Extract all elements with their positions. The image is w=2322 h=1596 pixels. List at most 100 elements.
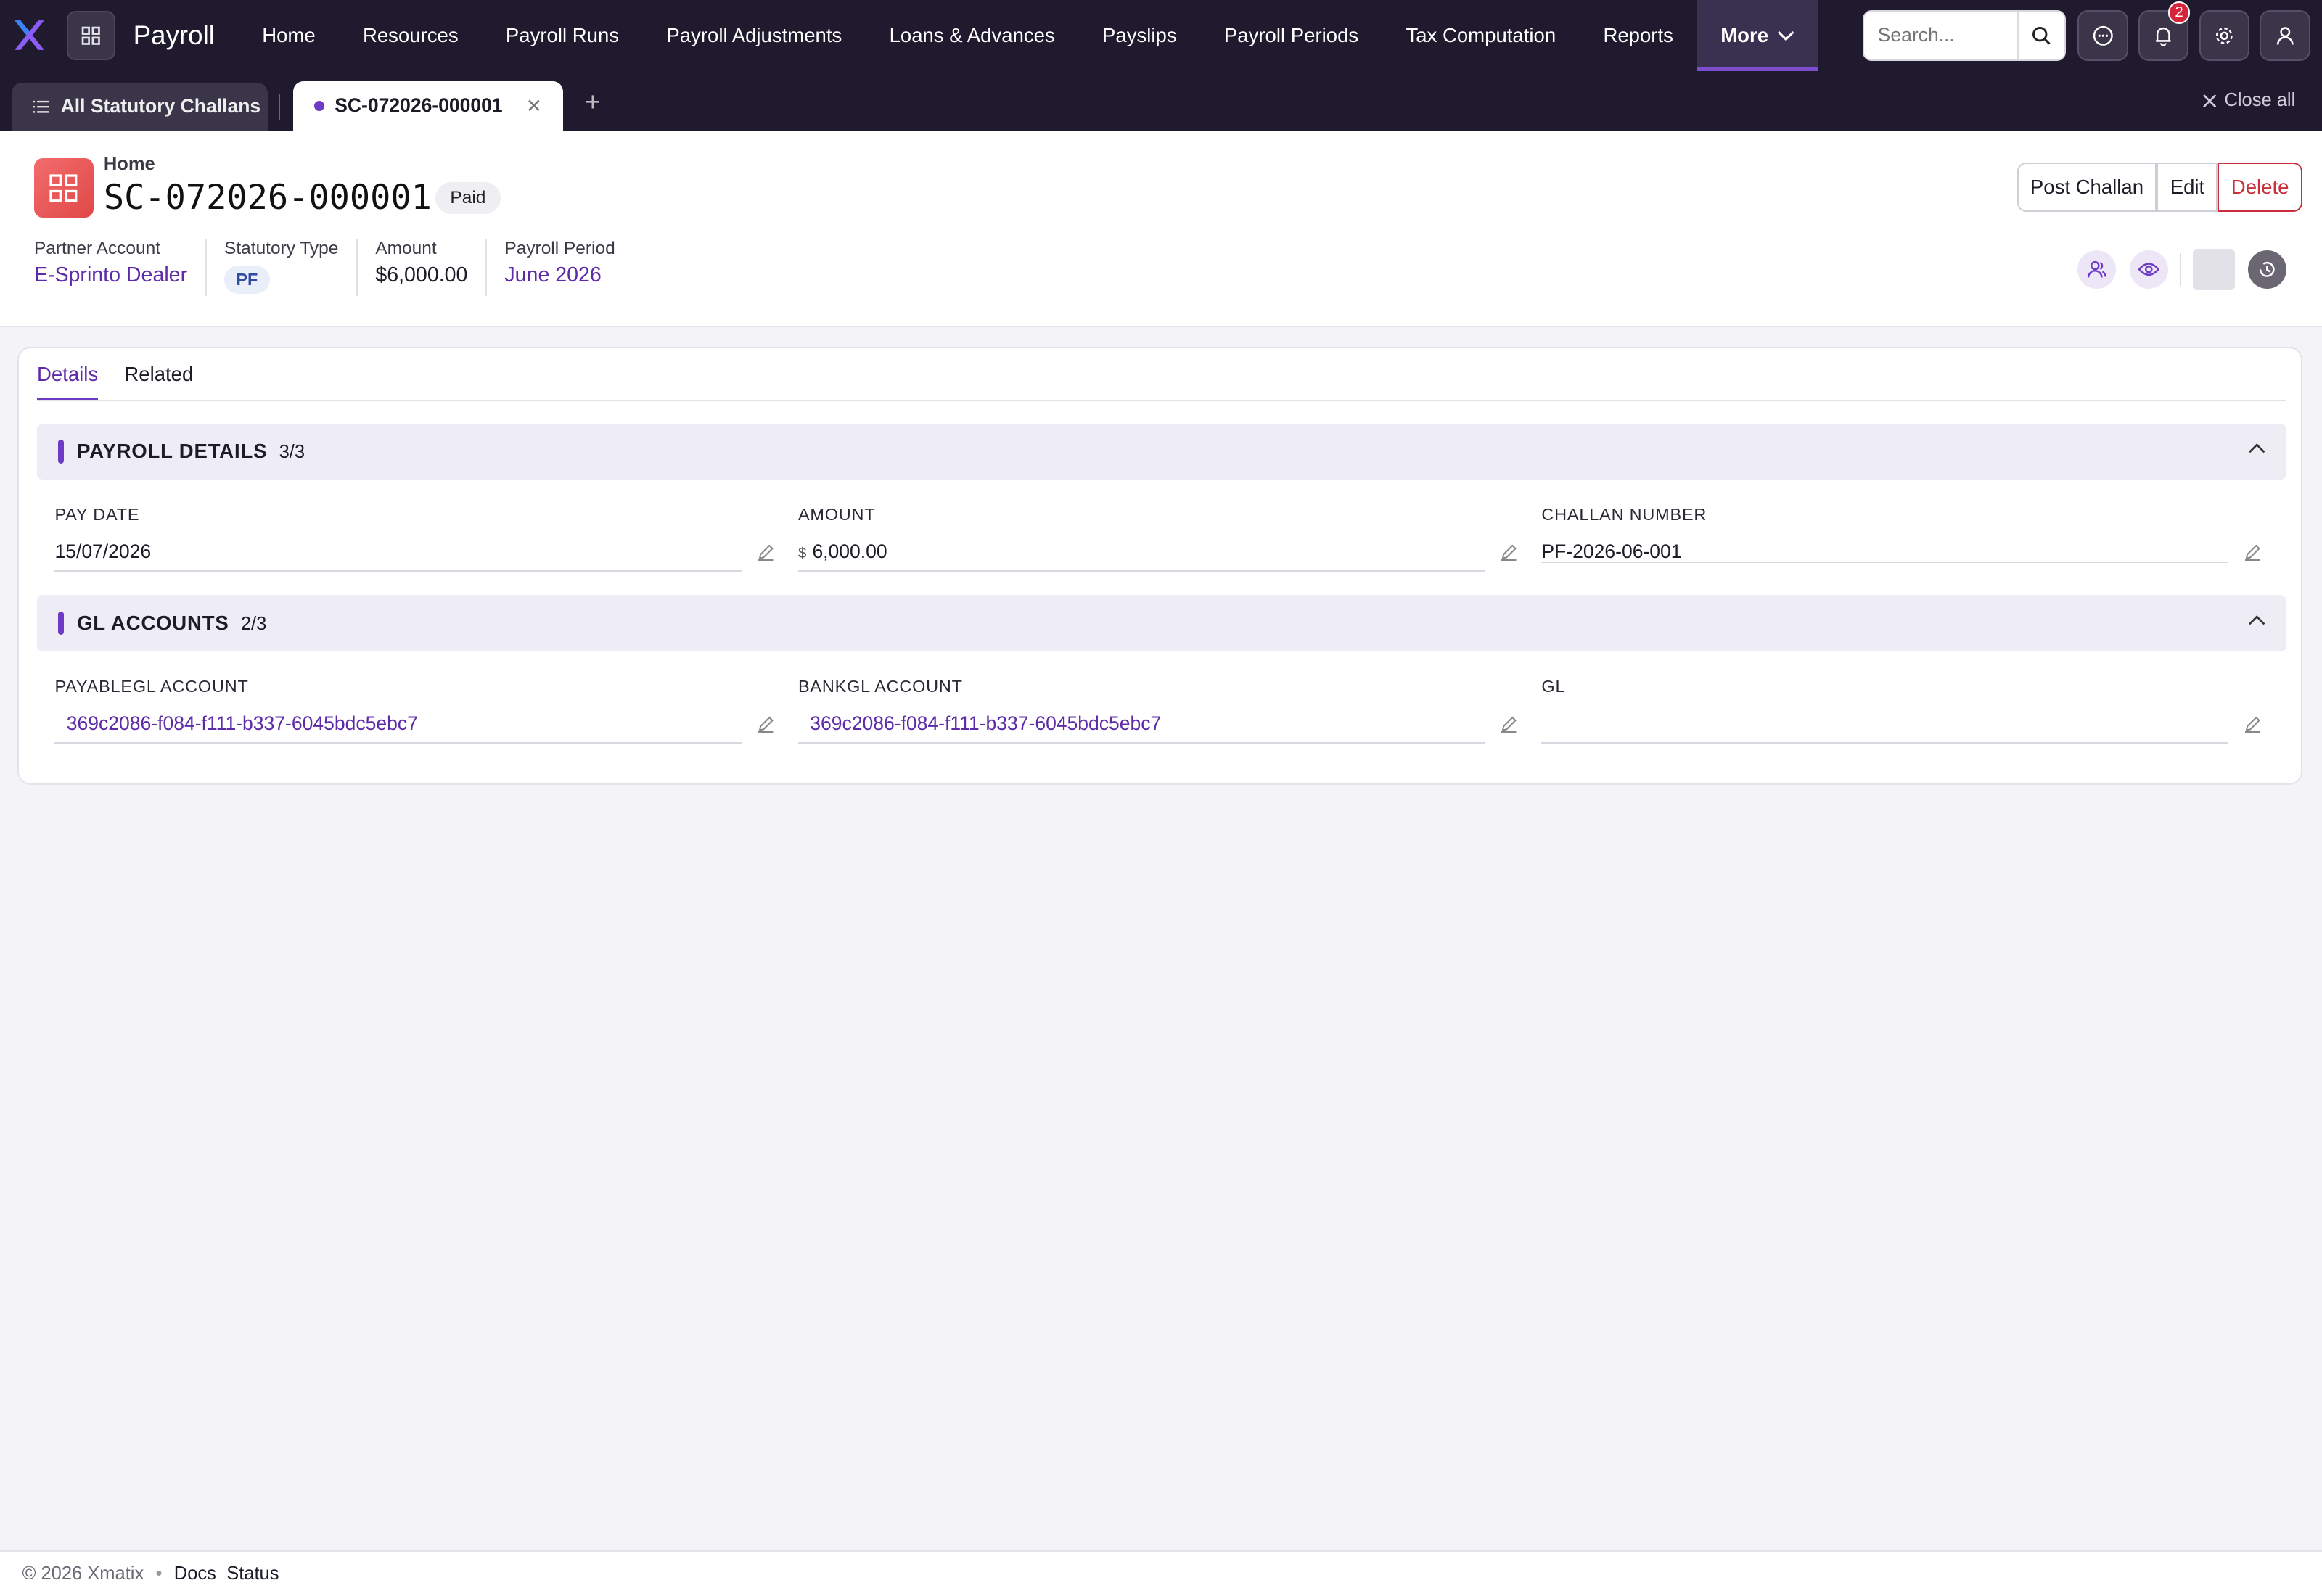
pencil-icon[interactable] (2244, 543, 2261, 561)
chevron-up-icon[interactable] (2248, 443, 2265, 454)
pencil-icon[interactable] (1500, 543, 1517, 561)
bankgl-account-link[interactable]: 369c2086-f084-f111-b337-6045bdc5ebc7 (797, 712, 1485, 744)
placeholder-square[interactable] (2193, 248, 2235, 290)
challan-number-value: PF-2026-06-001 (1541, 540, 2229, 563)
fact-partner-account: Partner Account E-Sprinto Dealer (33, 238, 207, 297)
global-search (1863, 10, 2066, 61)
docs-link[interactable]: Docs (174, 1563, 216, 1584)
nav-payroll-periods[interactable]: Payroll Periods (1200, 0, 1382, 71)
payroll-period-link[interactable]: June 2026 (504, 263, 615, 287)
nav-tax-computation[interactable]: Tax Computation (1382, 0, 1580, 71)
field-label: PAY DATE (54, 504, 140, 524)
payablegl-account-link[interactable]: 369c2086-f084-f111-b337-6045bdc5ebc7 (54, 712, 742, 744)
nav-resources[interactable]: Resources (339, 0, 482, 71)
pencil-icon[interactable] (757, 543, 774, 561)
field-gl: GL (1541, 677, 2264, 744)
pencil-icon[interactable] (1500, 715, 1517, 733)
amount-number: 6,000.00 (812, 540, 887, 563)
fact-label: Payroll Period (504, 238, 615, 258)
new-tab-icon[interactable]: + (585, 87, 600, 118)
content-tabs: Details Related (36, 348, 2286, 402)
fact-payroll-period: Payroll Period June 2026 (504, 239, 633, 297)
fact-label: Partner Account (33, 238, 161, 258)
tab-label: All Statutory Challans (60, 95, 261, 118)
users-icon (2088, 260, 2107, 278)
chat-icon (2093, 25, 2113, 46)
close-all-button[interactable]: Close all (2202, 90, 2295, 111)
record-header: Home SC-072026-000001 Paid Post Challan … (0, 130, 2322, 327)
xmatix-logo-icon[interactable] (0, 0, 60, 71)
section-gl-accounts[interactable]: GL ACCOUNTS 2/3 (36, 595, 2286, 651)
status-badge: Paid (435, 182, 501, 215)
chevron-down-icon (1778, 30, 1794, 41)
statutory-type-badge: PF (224, 265, 270, 294)
close-tab-icon[interactable]: ✕ (526, 95, 542, 118)
bell-icon (2156, 27, 2171, 46)
details-card: Details Related PAYROLL DETAILS 3/3 PAY D… (17, 346, 2303, 785)
app-launcher-button[interactable] (66, 11, 116, 60)
tab-details[interactable]: Details (36, 363, 99, 401)
nav-more-label: More (1720, 24, 1769, 47)
fact-statutory-type: Statutory Type PF (224, 238, 358, 297)
nav-reports[interactable]: Reports (1580, 0, 1697, 71)
currency-symbol: $ (797, 546, 807, 562)
record-actions: Post Challan Edit Delete (2017, 163, 2302, 212)
section-payroll-details[interactable]: PAYROLL DETAILS 3/3 (36, 423, 2286, 480)
field-payablegl-account: PAYABLEGL ACCOUNT 369c2086-f084-f111-b33… (54, 677, 777, 744)
notifications-button[interactable]: 2 (2138, 1, 2191, 61)
user-icon (2276, 26, 2294, 45)
section-count: 2/3 (240, 613, 267, 634)
app-name: Payroll (133, 20, 215, 50)
field-label: CHALLAN NUMBER (1541, 504, 1707, 524)
field-label: GL (1541, 676, 1566, 696)
breadcrumb[interactable]: Home (104, 154, 155, 175)
field-pay-date: PAY DATE 15/07/2026 (54, 505, 777, 572)
field-label: PAYABLEGL ACCOUNT (54, 676, 249, 696)
search-icon (2032, 26, 2051, 45)
field-label: BANKGL ACCOUNT (797, 676, 963, 696)
nav-loans-advances[interactable]: Loans & Advances (866, 0, 1078, 71)
tab-related[interactable]: Related (124, 363, 193, 386)
tab-record-sc-072026-000001[interactable]: SC-072026-000001 ✕ (293, 81, 563, 131)
field-label: AMOUNT (797, 504, 876, 524)
user-profile-button[interactable] (2260, 10, 2310, 61)
footer-separator: • (155, 1563, 163, 1584)
key-facts: Partner Account E-Sprinto Dealer Statuto… (33, 238, 651, 297)
pencil-icon[interactable] (2244, 715, 2261, 733)
tab-all-statutory-challans[interactable]: All Statutory Challans (12, 83, 268, 131)
history-button[interactable] (2247, 250, 2286, 289)
section-title: GL ACCOUNTS 2/3 (77, 612, 266, 635)
page-footer: © 2026 Xmatix • Docs Status (0, 1550, 2322, 1596)
settings-button[interactable] (2199, 10, 2249, 61)
field-bankgl-account: BANKGL ACCOUNT 369c2086-f084-f111-b337-6… (797, 676, 1521, 744)
nav-more[interactable]: More (1697, 0, 1819, 71)
search-input[interactable] (1864, 12, 2017, 59)
partner-account-link[interactable]: E-Sprinto Dealer (34, 263, 187, 287)
nav-payroll-adjustments[interactable]: Payroll Adjustments (643, 0, 866, 71)
status-link[interactable]: Status (226, 1563, 279, 1584)
close-icon (2202, 94, 2217, 108)
delete-button[interactable]: Delete (2218, 163, 2302, 212)
watch-button[interactable] (2129, 250, 2168, 289)
pencil-icon[interactable] (757, 715, 774, 733)
nav-home[interactable]: Home (239, 0, 340, 71)
chevron-up-icon[interactable] (2248, 614, 2265, 626)
search-button[interactable] (2017, 12, 2064, 59)
amount-field-value: $6,000.00 (797, 540, 1485, 572)
section-accent (57, 611, 64, 635)
section-accent (57, 440, 64, 464)
copyright-text: © 2026 Xmatix (22, 1563, 144, 1584)
nav-payslips[interactable]: Payslips (1078, 0, 1200, 71)
followers-button[interactable] (2077, 250, 2117, 289)
workspace-tabs-bar: All Statutory Challans SC-072026-000001 … (0, 70, 2322, 131)
history-icon (2260, 262, 2275, 277)
chat-button[interactable] (2077, 10, 2128, 61)
section-title-text: GL ACCOUNTS (77, 611, 229, 634)
close-all-label: Close all (2224, 90, 2296, 111)
edit-button[interactable]: Edit (2157, 163, 2218, 212)
notification-count-badge: 2 (2167, 1, 2191, 24)
nav-payroll-runs[interactable]: Payroll Runs (482, 0, 642, 71)
field-challan-number: CHALLAN NUMBER PF-2026-06-001 (1541, 505, 2264, 563)
divider (2180, 252, 2182, 286)
post-challan-button[interactable]: Post Challan (2017, 163, 2157, 212)
